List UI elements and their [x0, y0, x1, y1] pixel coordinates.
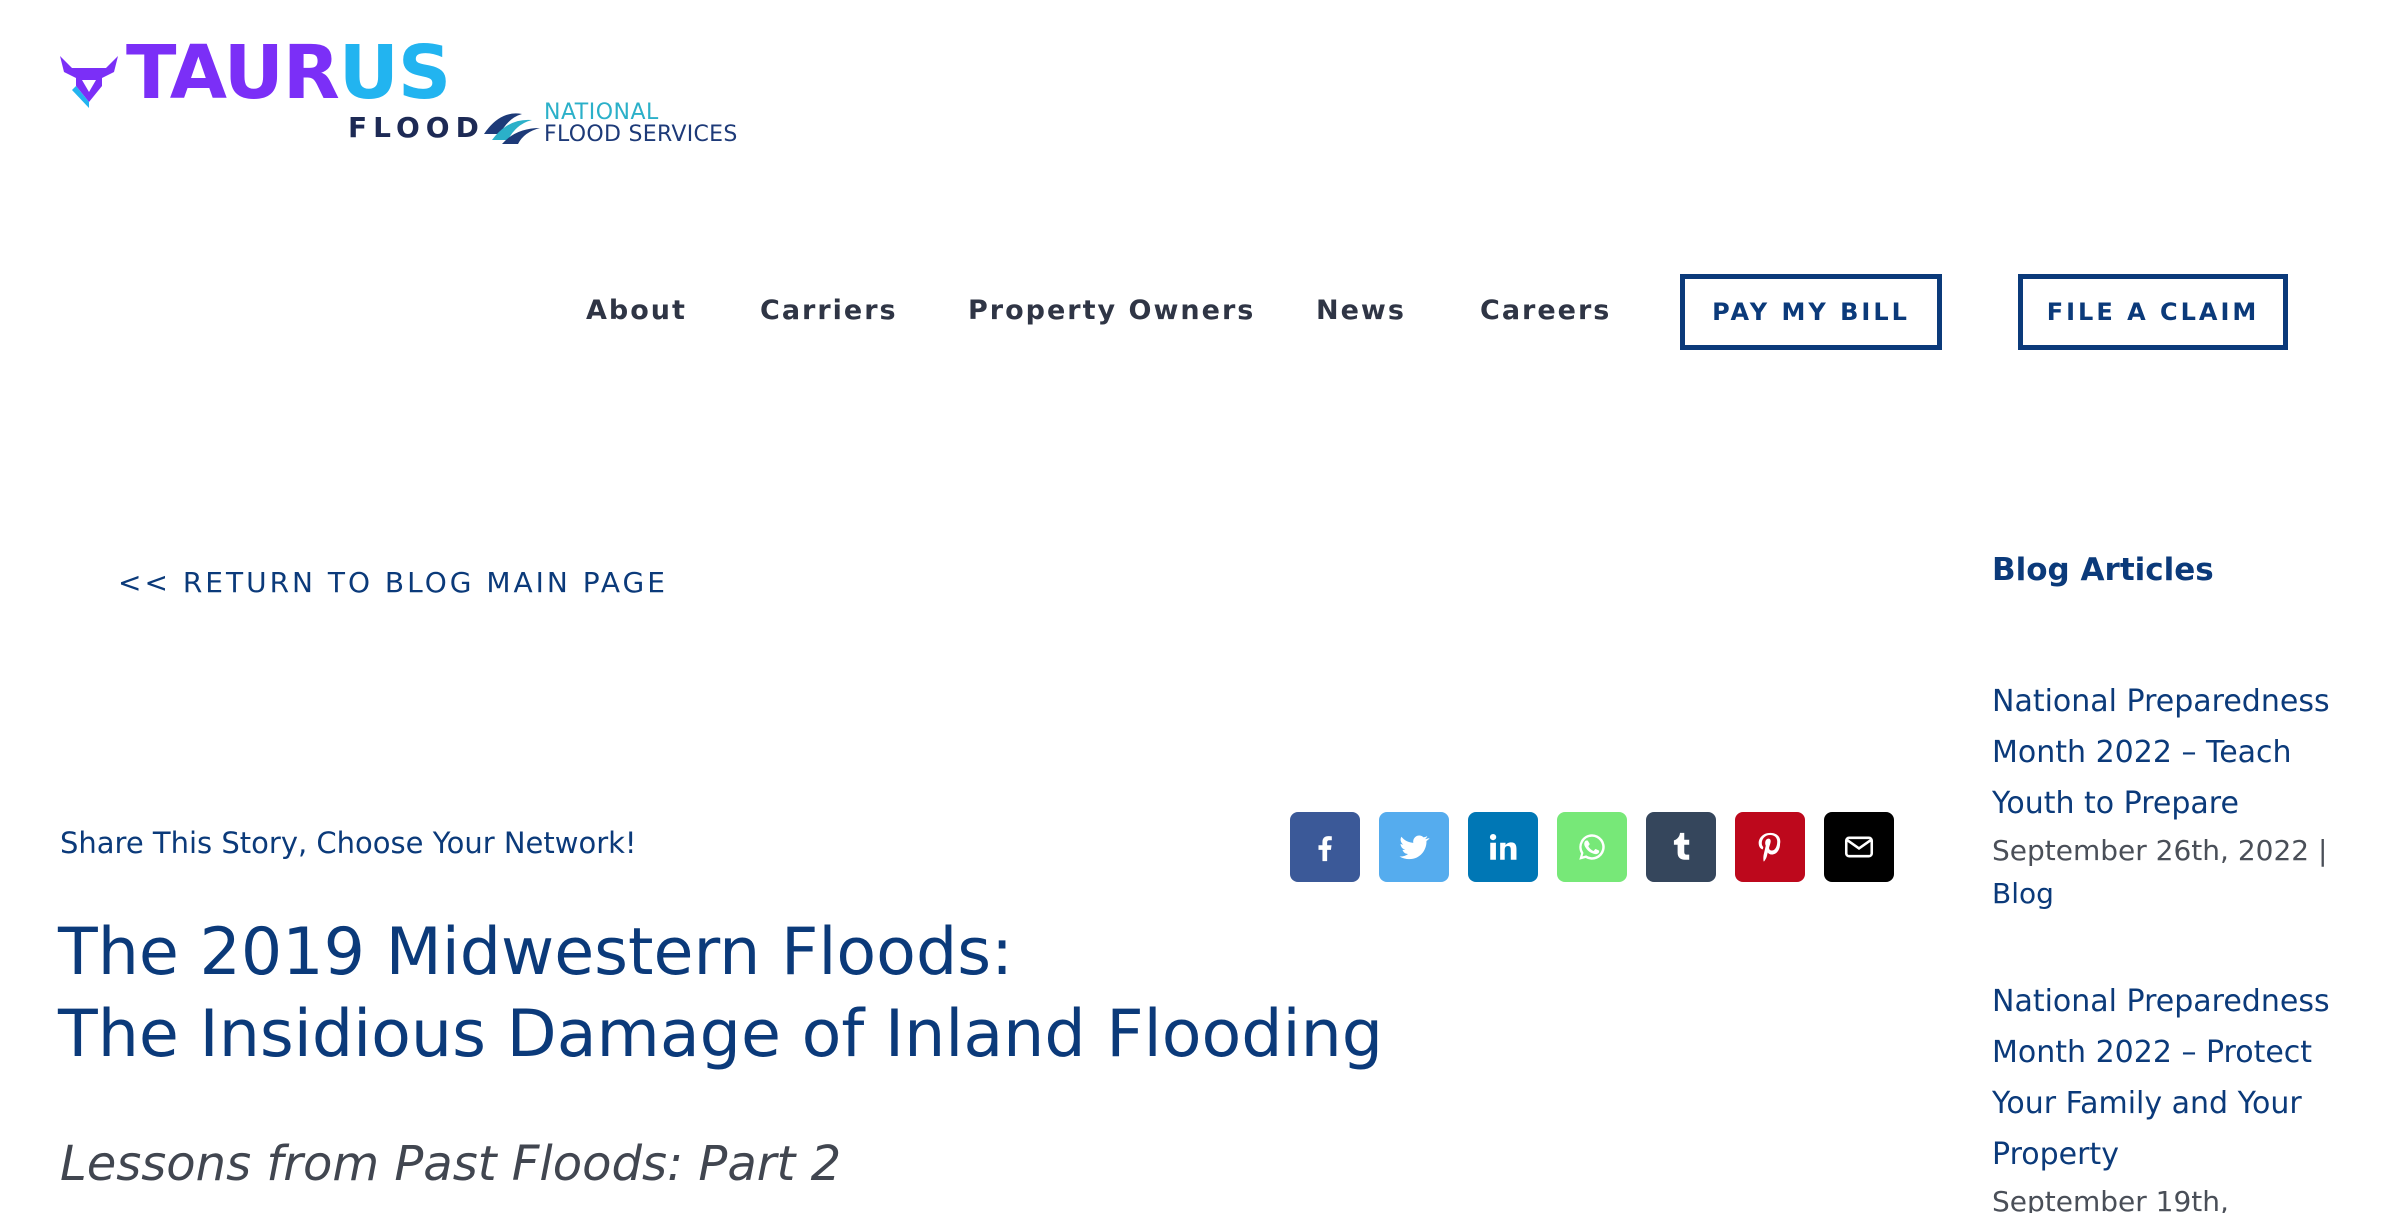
sidebar-article-date: September 19th, — [1992, 1185, 2229, 1213]
nav-about[interactable]: About — [586, 294, 687, 328]
whatsapp-icon — [1579, 834, 1605, 860]
facebook-icon — [1318, 836, 1332, 862]
logo-wordmark-part2: US — [338, 30, 451, 116]
meta-separator: | — [2309, 834, 2328, 867]
partner-logo-line1: NATIONAL — [544, 100, 659, 125]
bull-logo-icon — [60, 56, 118, 108]
sidebar-article-date: September 26th, 2022 — [1992, 834, 2310, 867]
sidebar-article-meta: September 26th, 2022 | Blog — [1992, 829, 2352, 915]
file-a-claim-button[interactable]: FILE A CLAIM — [2018, 274, 2288, 350]
sidebar-article: National Preparedness Month 2022 – Teach… — [1992, 676, 2352, 915]
sidebar-article: National Preparedness Month 2022 – Prote… — [1992, 976, 2352, 1213]
post-title: The 2019 Midwestern Floods: The Insidiou… — [58, 912, 1398, 1076]
share-linkedin-button[interactable] — [1468, 812, 1538, 882]
tumblr-icon — [1673, 832, 1690, 860]
sidebar-article-title[interactable]: National Preparedness Month 2022 – Teach… — [1992, 676, 2352, 829]
post-title-line1: The 2019 Midwestern Floods: — [58, 915, 1013, 990]
share-prompt: Share This Story, Choose Your Network! — [60, 826, 637, 860]
share-buttons — [1290, 812, 1894, 882]
sidebar-article-meta: September 19th, — [1992, 1180, 2352, 1213]
sidebar-heading: Blog Articles — [1992, 552, 2214, 588]
partner-logo-line2: FLOOD SERVICES — [544, 122, 738, 147]
post-title-line2: The Insidious Damage of Inland Flooding — [58, 997, 1384, 1072]
logo-subtitle: FLOOD — [348, 111, 485, 144]
logo-wordmark: TAURUS — [126, 36, 451, 110]
share-email-button[interactable] — [1824, 812, 1894, 882]
post-subtitle: Lessons from Past Floods: Part 2 — [60, 1136, 842, 1192]
linkedin-icon — [1489, 833, 1517, 860]
pay-my-bill-button[interactable]: PAY MY BILL — [1680, 274, 1942, 350]
sidebar-article-title[interactable]: National Preparedness Month 2022 – Prote… — [1992, 976, 2352, 1180]
logo-wordmark-part1: TAUR — [126, 30, 340, 116]
pinterest-icon — [1758, 832, 1781, 862]
page: TAURUS FLOOD NATIONAL FLOOD SERVICES Abo… — [0, 0, 2388, 1213]
share-twitter-button[interactable] — [1379, 812, 1449, 882]
share-tumblr-button[interactable] — [1646, 812, 1716, 882]
nav-property-owners[interactable]: Property Owners — [968, 294, 1255, 328]
twitter-icon — [1399, 835, 1430, 860]
nav-news[interactable]: News — [1316, 294, 1406, 328]
sidebar-article-category[interactable]: Blog — [1992, 877, 2054, 910]
share-pinterest-button[interactable] — [1735, 812, 1805, 882]
share-whatsapp-button[interactable] — [1557, 812, 1627, 882]
return-to-blog-link[interactable]: << RETURN TO BLOG MAIN PAGE — [118, 566, 668, 599]
wave-logo-icon — [484, 113, 540, 144]
nav-careers[interactable]: Careers — [1480, 294, 1611, 328]
email-icon — [1844, 836, 1874, 858]
site-logo[interactable]: TAURUS FLOOD NATIONAL FLOOD SERVICES — [58, 36, 778, 152]
nav-carriers[interactable]: Carriers — [760, 294, 898, 328]
share-facebook-button[interactable] — [1290, 812, 1360, 882]
